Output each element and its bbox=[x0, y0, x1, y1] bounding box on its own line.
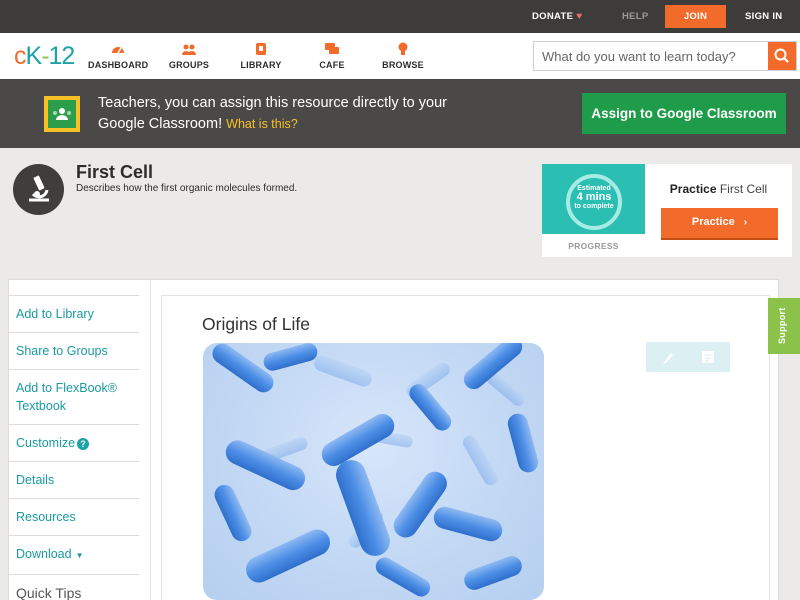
concept-description: Describes how the first organic molecule… bbox=[76, 183, 298, 194]
groups-icon bbox=[182, 44, 196, 55]
bacteria-image bbox=[203, 343, 544, 600]
to-complete-label: to complete bbox=[574, 203, 614, 210]
support-tab[interactable]: Support bbox=[768, 298, 800, 354]
sidebar-item-share-to-groups[interactable]: Share to Groups bbox=[8, 332, 139, 369]
help-link[interactable]: HELP bbox=[622, 0, 649, 33]
nav-cafe[interactable]: CAFE bbox=[318, 41, 346, 70]
dashboard-icon bbox=[112, 47, 124, 54]
donate-link[interactable]: DONATE ♥ bbox=[532, 0, 582, 33]
nav-browse[interactable]: BROWSE bbox=[381, 41, 425, 70]
sidebar-item-add-to-flexbook[interactable]: Add to FlexBook® Textbook bbox=[8, 369, 139, 424]
progress-graphic: Estimated 4 mins to complete bbox=[542, 164, 645, 234]
sidebar-item-download[interactable]: Download ▼ bbox=[8, 535, 139, 574]
search-input[interactable] bbox=[534, 42, 769, 70]
logo-num: 12 bbox=[48, 42, 76, 70]
practice-button-label: Practice bbox=[691, 216, 735, 228]
help-icon[interactable]: ? bbox=[77, 437, 90, 450]
sidebar-item-add-to-library[interactable]: Add to Library bbox=[8, 295, 139, 332]
edit-tools bbox=[646, 342, 730, 372]
practice-name-bold: Practice bbox=[669, 182, 717, 196]
practice-name-rest: First Cell bbox=[719, 182, 768, 196]
sidebar-item-details[interactable]: Details bbox=[8, 461, 139, 498]
main-nav: cK-12 DASHBOARD GROUPS LIBRARY CAFE BROW… bbox=[0, 33, 800, 79]
nav-library[interactable]: LIBRARY bbox=[240, 41, 282, 70]
top-bar: DONATE ♥ HELP JOIN SIGN IN bbox=[0, 0, 800, 33]
what-is-this-link[interactable]: What is this? bbox=[226, 117, 298, 131]
concept-title: First Cell bbox=[76, 162, 154, 182]
logo-c: c bbox=[14, 42, 26, 70]
customize-label: Customize bbox=[16, 436, 76, 450]
heart-icon: ♥ bbox=[576, 11, 583, 22]
google-classroom-icon bbox=[44, 96, 80, 132]
sidebar-item-resources[interactable]: Resources bbox=[8, 498, 139, 535]
support-label: Support bbox=[777, 307, 787, 344]
nav-groups[interactable]: GROUPS bbox=[168, 41, 210, 70]
ck12-logo[interactable]: cK-12 bbox=[14, 42, 76, 71]
practice-card: Estimated 4 mins to complete PROGRESS Pr… bbox=[542, 164, 792, 257]
nav-cafe-label: CAFE bbox=[319, 60, 345, 70]
cafe-icon bbox=[325, 43, 339, 54]
search-box bbox=[533, 41, 797, 71]
logo-dash: - bbox=[41, 42, 49, 70]
divider bbox=[150, 280, 151, 600]
progress-label: PROGRESS bbox=[568, 241, 619, 251]
nav-dashboard[interactable]: DASHBOARD bbox=[88, 41, 148, 70]
notes-icon[interactable] bbox=[700, 349, 716, 365]
search-icon bbox=[774, 48, 789, 63]
sidebar-item-customize[interactable]: Customize? bbox=[8, 424, 139, 461]
nav-groups-label: GROUPS bbox=[168, 60, 210, 70]
banner-message: Teachers, you can assign this resource d… bbox=[98, 93, 458, 135]
microscope-icon bbox=[13, 164, 64, 215]
practice-button[interactable]: Practice › bbox=[661, 208, 778, 238]
download-label: Download bbox=[16, 547, 72, 561]
nav-library-label: LIBRARY bbox=[240, 60, 282, 70]
nav-dashboard-label: DASHBOARD bbox=[88, 60, 149, 70]
content-title: Origins of Life bbox=[202, 314, 310, 334]
sidebar-item-quick-tips[interactable]: Quick Tips bbox=[8, 574, 139, 600]
nav-browse-label: BROWSE bbox=[382, 60, 424, 70]
sidebar: Add to Library Share to Groups Add to Fl… bbox=[8, 295, 139, 600]
join-button[interactable]: JOIN bbox=[665, 5, 726, 28]
pencil-icon[interactable] bbox=[660, 349, 676, 365]
sign-in-link[interactable]: SIGN IN bbox=[745, 0, 782, 33]
estimate-text: Estimated 4 mins to complete bbox=[570, 184, 618, 211]
library-icon bbox=[256, 43, 266, 55]
assign-google-classroom-button[interactable]: Assign to Google Classroom bbox=[582, 93, 786, 134]
practice-name: Practice First Cell bbox=[645, 182, 792, 196]
chevron-right-icon: › bbox=[743, 217, 748, 228]
search-button[interactable] bbox=[768, 42, 796, 70]
donate-label: DONATE bbox=[532, 11, 574, 22]
logo-k: K bbox=[25, 42, 43, 70]
estimated-minutes: 4 mins bbox=[576, 191, 612, 203]
caret-down-icon: ▼ bbox=[75, 551, 84, 560]
browse-icon bbox=[398, 42, 408, 55]
